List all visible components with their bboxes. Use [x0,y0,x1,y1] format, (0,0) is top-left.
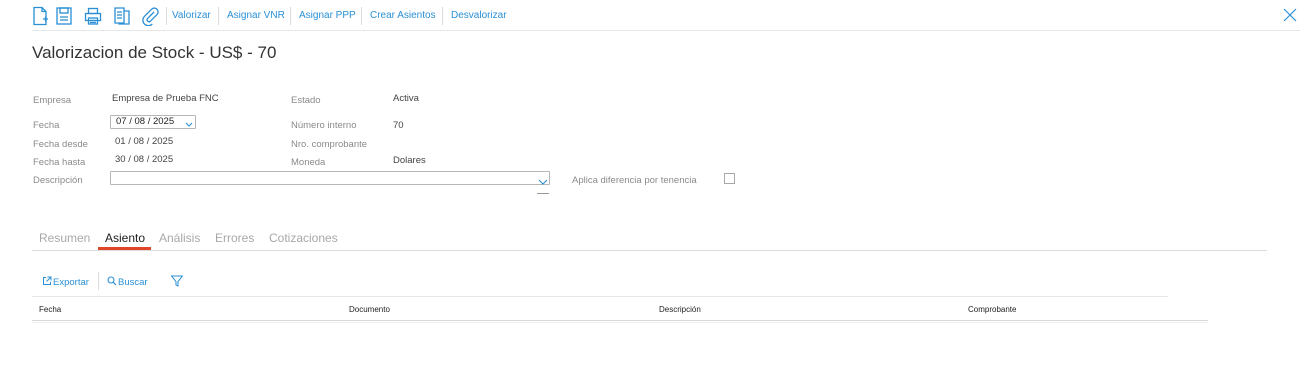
column-header-comprobante[interactable]: Comprobante [968,305,1016,314]
estado-value: Activa [393,93,419,104]
asignar-vnr-button[interactable]: Asignar VNR [227,10,285,21]
empresa-label: Empresa [33,95,72,106]
toolbar-separator [32,30,1300,31]
report-icon[interactable] [113,6,131,26]
descripcion-field[interactable] [110,171,550,194]
estado-label: Estado [291,95,321,106]
filter-icon[interactable] [171,275,183,287]
attach-icon[interactable] [141,6,159,26]
toolbar-divider [290,7,291,25]
asignar-ppp-button[interactable]: Asignar PPP [299,10,356,21]
close-icon[interactable] [1283,8,1297,22]
resize-handle [537,193,549,194]
toolbar-divider [166,7,167,25]
buscar-button[interactable]: Buscar [107,276,148,288]
save-icon[interactable] [55,6,73,26]
tab-resumen[interactable]: Resumen [39,231,90,245]
fecha-desde-label: Fecha desde [33,139,88,150]
toolbar-divider [442,7,443,25]
toolbar-divider [218,7,219,25]
chevron-down-icon [185,122,193,127]
moneda-value: Dolares [393,155,426,166]
tabs-divider [32,250,1267,251]
fecha-field[interactable]: 07 / 08 / 2025 [110,115,196,129]
new-document-icon[interactable] [32,6,50,26]
grid-header-border-shadow [32,322,1208,323]
numero-interno-label: Número interno [291,120,357,131]
numero-interno-value: 70 [393,120,404,131]
tab-errores[interactable]: Errores [215,231,254,245]
page-title: Valorizacion de Stock - US$ - 70 [32,43,277,62]
desvalorizar-button[interactable]: Desvalorizar [451,10,507,21]
empresa-value[interactable]: Empresa de Prueba FNC [112,93,219,104]
column-header-fecha[interactable]: Fecha [39,305,61,314]
descripcion-label: Descripción [33,175,83,186]
toolbar-divider [361,7,362,25]
column-header-descripcion[interactable]: Descripción [659,305,701,314]
active-tab-indicator [98,247,151,250]
tab-cotizaciones[interactable]: Cotizaciones [269,231,338,245]
toolbar: Valorizar Asignar VNR Asignar PPP Crear … [0,0,1311,31]
valorizar-button[interactable]: Valorizar [172,10,211,21]
tab-asiento[interactable]: Asiento [105,231,145,245]
fecha-hasta-value[interactable]: 30 / 08 / 2025 [115,154,173,165]
fecha-value: 07 / 08 / 2025 [116,116,175,127]
buscar-label: Buscar [118,277,148,288]
crear-asientos-button[interactable]: Crear Asientos [370,10,436,21]
grid-header-border [32,320,1208,321]
export-icon [43,276,52,285]
column-header-documento[interactable]: Documento [349,305,390,314]
moneda-label: Moneda [291,157,326,168]
fecha-label: Fecha [33,120,60,131]
search-icon [107,276,117,286]
nro-comprobante-label: Nro. comprobante [291,139,368,150]
aplica-diferencia-checkbox[interactable] [724,173,735,184]
tab-analisis[interactable]: Análisis [159,231,200,245]
fecha-desde-value[interactable]: 01 / 08 / 2025 [115,136,173,147]
exportar-label: Exportar [53,277,89,288]
aplica-diferencia-label: Aplica diferencia por tenencia [572,175,697,186]
print-icon[interactable] [84,6,102,26]
exportar-button[interactable]: Exportar [42,276,89,288]
fecha-hasta-label: Fecha hasta [33,157,86,168]
grid-top-border [32,296,1168,297]
actions-divider [98,272,99,290]
chevron-down-icon [538,179,548,185]
